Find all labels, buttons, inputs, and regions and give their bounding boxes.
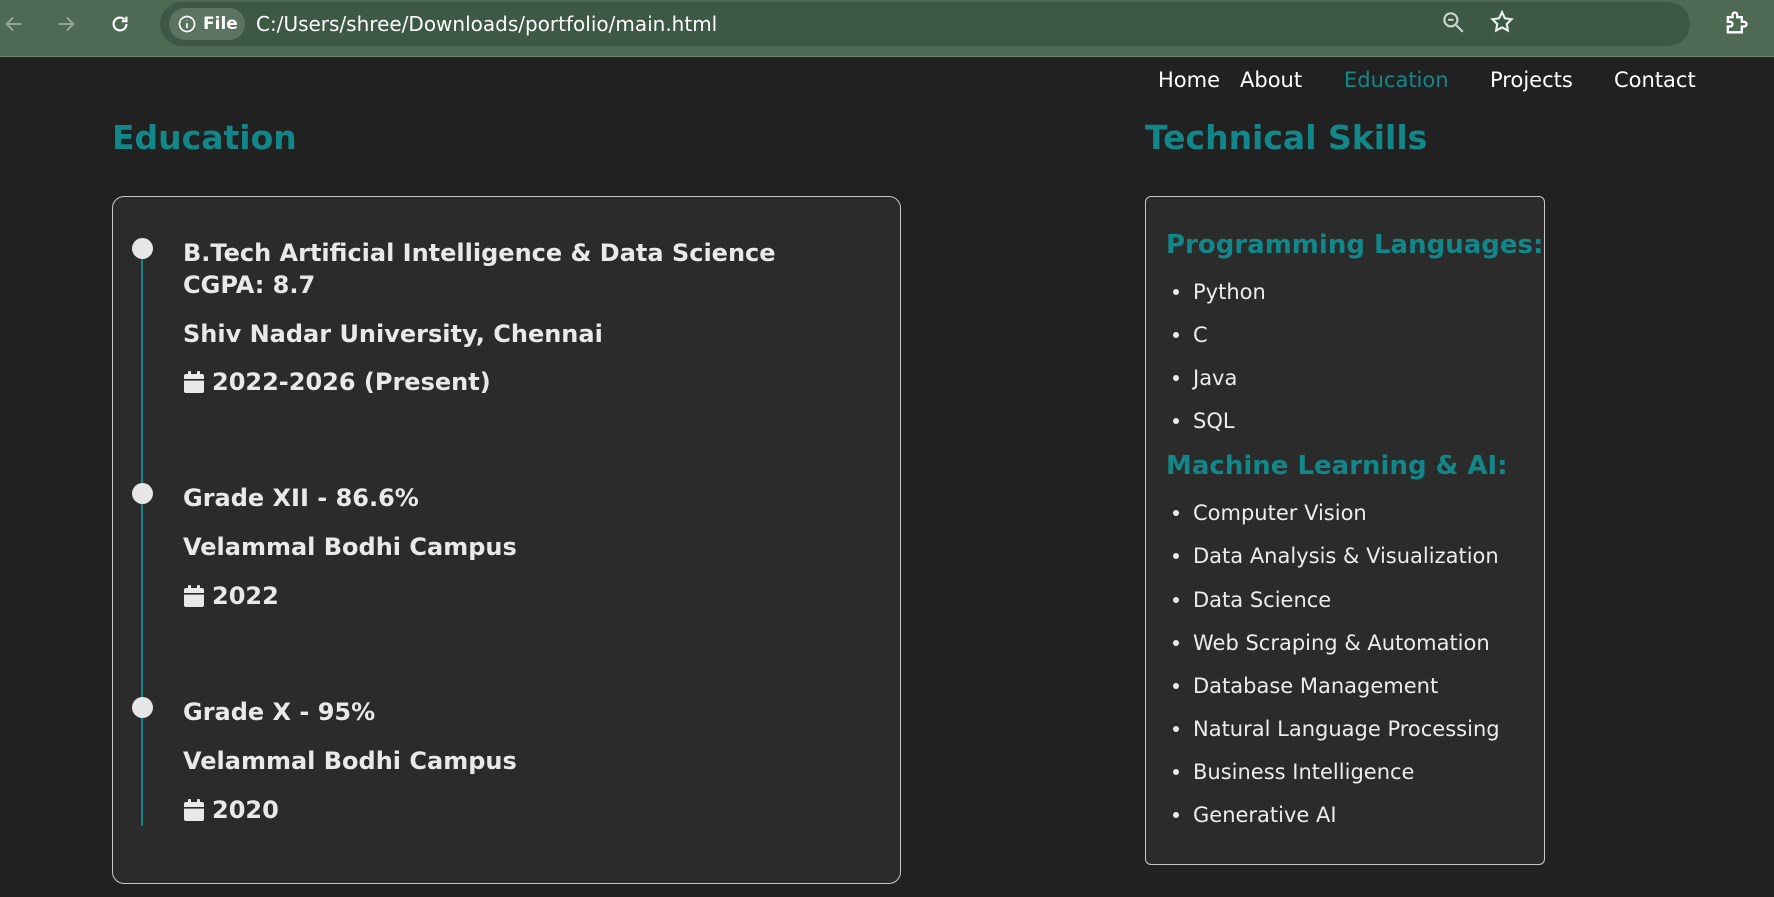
skill-label: C [1193,323,1208,347]
skill-item: Generative AI [1173,803,1337,827]
education-years-row: 2020 [183,796,279,824]
education-years-row: 2022 [183,582,279,610]
skill-item: Web Scraping & Automation [1173,631,1490,655]
skill-item: Java [1173,366,1237,390]
bullet [1173,812,1179,818]
timeline-dot [132,238,153,259]
calendar-icon [184,371,204,393]
zoom-icon[interactable] [1440,9,1466,35]
url-text[interactable]: C:/Users/shree/Downloads/portfolio/main.… [256,12,717,36]
education-title: Education [112,118,297,157]
skill-label: Python [1193,280,1266,304]
skill-group-heading: Machine Learning & AI: [1166,451,1508,481]
skill-item: Natural Language Processing [1173,717,1500,741]
forward-button[interactable] [50,8,82,40]
browser-toolbar: File C:/Users/shree/Downloads/portfolio/… [0,0,1774,57]
timeline-line [141,248,143,826]
education-score: CGPA: 8.7 [183,271,316,299]
reload-icon [112,16,128,32]
skill-label: Data Science [1193,588,1332,612]
bullet [1173,375,1179,381]
back-icon [5,16,22,32]
education-degree: Grade X - 95% [183,698,376,726]
bullet [1173,769,1179,775]
site-chip-label: File [203,14,238,34]
skill-item: Database Management [1173,674,1438,698]
bullet [1173,597,1179,603]
bullet [1173,289,1179,295]
skill-item: SQL [1173,409,1235,433]
skill-item: Computer Vision [1173,501,1367,525]
nav-education[interactable]: Education [1344,68,1449,92]
reload-button[interactable] [104,8,136,40]
skills-title: Technical Skills [1145,118,1428,157]
skill-item: C [1173,323,1208,347]
star-icon[interactable] [1489,9,1515,35]
bullet [1173,683,1179,689]
bullet [1173,553,1179,559]
skill-label: Computer Vision [1193,501,1367,525]
bullet [1173,510,1179,516]
timeline-dot [132,697,153,718]
nav-about[interactable]: About [1240,68,1302,92]
nav-contact[interactable]: Contact [1614,68,1696,92]
bullet [1173,726,1179,732]
skill-group-heading: Programming Languages: [1166,230,1544,260]
education-degree: Grade XII - 86.6% [183,484,419,512]
skill-label: Java [1193,366,1238,390]
skill-item: Data Science [1173,588,1331,612]
skill-label: SQL [1193,409,1235,433]
education-years: 2022-2026 (Present) [212,368,491,396]
education-institution: Velammal Bodhi Campus [183,747,517,775]
bullet [1173,332,1179,338]
bullet [1173,640,1179,646]
skill-label: Database Management [1193,674,1439,698]
site-info-chip[interactable]: File [169,8,245,40]
education-institution: Shiv Nadar University, Chennai [183,320,603,348]
skill-label: Natural Language Processing [1193,717,1500,741]
calendar-icon [184,799,204,821]
extensions-icon[interactable] [1722,9,1750,37]
calendar-icon [184,585,204,607]
skill-label: Business Intelligence [1193,760,1415,784]
back-button[interactable] [0,8,30,40]
skill-item: Data Analysis & Visualization [1173,544,1499,568]
nav-home[interactable]: Home [1158,68,1220,92]
education-years: 2022 [212,582,279,610]
skill-item: Business Intelligence [1173,760,1414,784]
skill-item: Python [1173,280,1266,304]
bullet [1173,418,1179,424]
education-institution: Velammal Bodhi Campus [183,533,517,561]
education-years-row: 2022-2026 (Present) [183,368,491,396]
education-degree: B.Tech Artificial Intelligence & Data Sc… [183,239,776,267]
nav-projects[interactable]: Projects [1490,68,1573,92]
timeline-dot [132,483,153,504]
skill-label: Web Scraping & Automation [1193,631,1490,655]
skill-label: Data Analysis & Visualization [1193,544,1499,568]
info-icon [178,15,196,33]
skill-label: Generative AI [1193,803,1337,827]
forward-icon [58,16,75,32]
education-years: 2020 [212,796,279,824]
